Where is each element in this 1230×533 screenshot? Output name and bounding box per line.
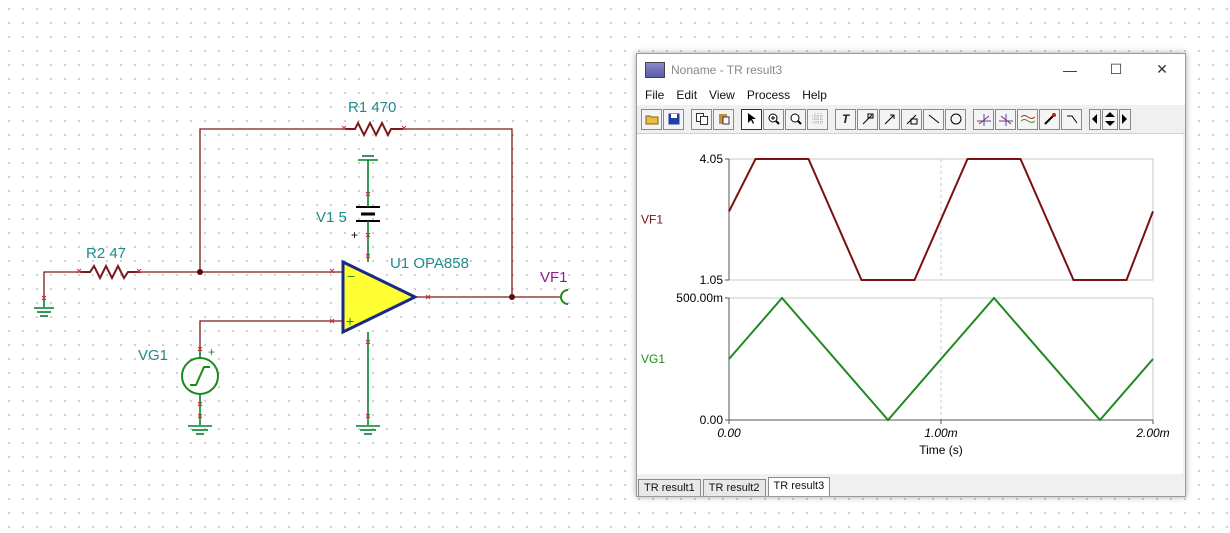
ground-symbol-vg1 — [188, 425, 212, 435]
y-tick-label: 4.05 — [700, 152, 724, 166]
ground-symbol-v1 — [358, 155, 378, 196]
opamp-plus-sign: + — [346, 313, 354, 329]
ground-symbol-left — [34, 297, 54, 317]
formula-label-icon[interactable] — [901, 108, 922, 130]
zoom-in-icon[interactable] — [763, 108, 784, 130]
ground-symbol-opamp — [356, 425, 380, 435]
text-icon-glyph: T — [841, 112, 850, 126]
app-icon — [645, 61, 665, 78]
y-tick-label: 0.00 — [700, 413, 724, 427]
result-tabs: TR result1 TR result2 TR result3 — [637, 476, 832, 496]
resistor-r2[interactable] — [80, 263, 140, 281]
x-tick-label: 1.00m — [924, 426, 957, 440]
open-icon[interactable] — [641, 108, 662, 130]
menu-process[interactable]: Process — [743, 88, 798, 102]
paste-icon[interactable] — [713, 108, 734, 130]
junction-node — [197, 269, 203, 275]
circle-icon[interactable] — [945, 108, 966, 130]
menu-edit[interactable]: Edit — [672, 88, 705, 102]
transient-chart[interactable]: 4.05 1.05 VF1 500.00m 0.00 VG1 0.00 1.00m 2.00m T… — [637, 134, 1183, 474]
save-icon[interactable] — [663, 108, 684, 130]
cursor-a-icon[interactable] — [973, 108, 994, 130]
feedback-wire-left — [199, 128, 345, 272]
label-icon[interactable] — [857, 108, 878, 130]
vg1-label: VG1 — [138, 347, 168, 364]
pointer-icon[interactable] — [741, 108, 762, 130]
battery-v1[interactable] — [356, 196, 380, 262]
right-arrow-icon[interactable] — [1119, 108, 1131, 130]
step-icon[interactable] — [1061, 108, 1082, 130]
menu-help[interactable]: Help — [798, 88, 835, 102]
close-button[interactable]: ✕ — [1139, 54, 1185, 85]
u1-label: U1 OPA858 — [390, 255, 469, 272]
window-title: Noname - TR result3 — [671, 62, 783, 77]
menubar: File Edit View Process Help — [637, 85, 1185, 105]
signal-generator-vg1[interactable] — [181, 357, 219, 395]
x-axis-label: Time (s) — [919, 443, 963, 457]
x-tick-label: 2.00m — [1135, 426, 1169, 440]
y-tick-label: 500.00m — [676, 291, 723, 305]
noninverting-input-wire — [199, 320, 343, 352]
menu-view[interactable]: View — [705, 88, 743, 102]
zoom-100-icon[interactable] — [785, 108, 806, 130]
v1-label: V1 5 — [316, 209, 347, 226]
x-tick-label: 0.00 — [717, 426, 741, 440]
window-titlebar[interactable]: Noname - TR result3 — ☐ ✕ — [637, 54, 1185, 85]
series-label-vf1: VF1 — [641, 213, 663, 227]
r1-label: R1 470 — [348, 99, 396, 116]
ground-wire-r2 — [43, 271, 80, 297]
schematic-canvas[interactable]: R1 470 R2 47 V1 5 + − + U1 OPA858 VF1 VG… — [0, 0, 630, 533]
cursor-b-icon[interactable] — [995, 108, 1016, 130]
maximize-button[interactable]: ☐ — [1093, 54, 1139, 85]
tab-tr-result2[interactable]: TR result2 — [702, 479, 766, 496]
menu-file[interactable]: File — [641, 88, 672, 102]
vf1-label: VF1 — [540, 269, 568, 286]
vg1-plus-sign: + — [208, 345, 215, 359]
up-down-icon[interactable] — [1102, 108, 1118, 130]
tr-result-window[interactable]: Noname - TR result3 — ☐ ✕ File Edit View… — [636, 53, 1186, 497]
series-label-vg1: VG1 — [641, 352, 665, 366]
waveform-icon[interactable] — [1017, 108, 1038, 130]
tab-tr-result1[interactable]: TR result1 — [638, 479, 701, 496]
output-junction — [509, 294, 515, 300]
left-arrow-icon[interactable] — [1089, 108, 1101, 130]
line-icon[interactable] — [923, 108, 944, 130]
opamp-minus-sign: − — [347, 268, 355, 284]
resistor-r1[interactable] — [345, 120, 403, 138]
waveform-plot-area[interactable]: 4.05 1.05 VF1 500.00m 0.00 VG1 0.00 1.00m 2.00m T… — [637, 134, 1183, 474]
copy-icon[interactable] — [691, 108, 712, 130]
grid-icon[interactable] — [807, 108, 828, 130]
r2-label: R2 47 — [86, 245, 126, 262]
text-icon[interactable]: T — [835, 108, 856, 130]
probe-icon[interactable] — [1039, 108, 1060, 130]
y-tick-label: 1.05 — [700, 273, 724, 287]
minimize-button[interactable]: — — [1047, 54, 1093, 85]
arrow-label-icon[interactable] — [879, 108, 900, 130]
v1-plus-sign: + — [351, 228, 358, 242]
tab-tr-result3[interactable]: TR result3 — [767, 477, 831, 496]
vf1-probe-icon[interactable] — [560, 289, 569, 305]
toolbar: T — [637, 105, 1185, 134]
